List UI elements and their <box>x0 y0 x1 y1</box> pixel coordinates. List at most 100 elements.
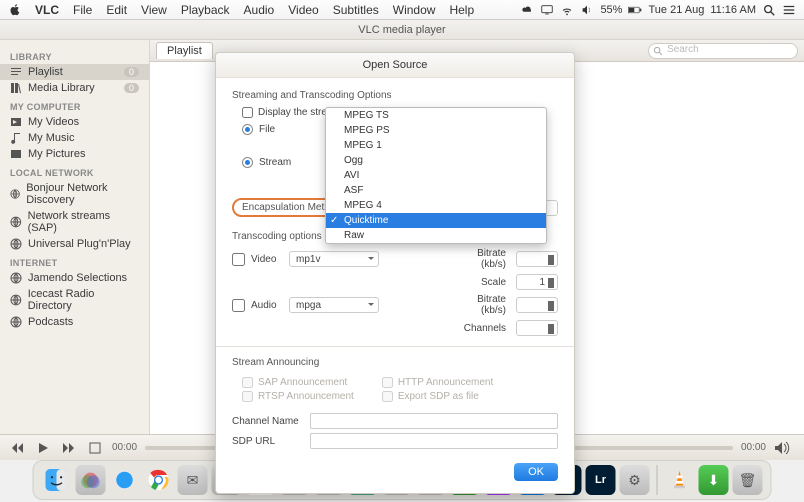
wifi-icon[interactable] <box>560 3 574 17</box>
dropdown-option[interactable]: MPEG PS <box>326 123 546 138</box>
audio-codec-select[interactable]: mpga <box>289 297 379 313</box>
menu-audio[interactable]: Audio <box>237 3 282 17</box>
sidebar-item[interactable]: Icecast Radio Directory <box>0 286 149 314</box>
menubar-date[interactable]: Tue 21 Aug <box>648 4 704 16</box>
video-checkbox[interactable] <box>232 253 245 266</box>
dock-finder[interactable] <box>42 465 72 495</box>
fullscreen-button[interactable] <box>86 439 104 457</box>
sdp-checkbox: Export SDP as file <box>382 391 493 402</box>
app-name[interactable]: VLC <box>28 3 66 17</box>
menu-view[interactable]: View <box>134 3 174 17</box>
battery-percent: 55% <box>600 4 622 16</box>
dock-vlc[interactable] <box>665 465 695 495</box>
sidebar-section: INTERNET <box>0 252 149 270</box>
play-button[interactable] <box>34 439 52 457</box>
menu-edit[interactable]: Edit <box>99 3 134 17</box>
rtsp-checkbox: RTSP Announcement <box>242 391 354 402</box>
window-titlebar: VLC media player <box>0 20 804 40</box>
sidebar-item[interactable]: My Pictures <box>0 146 149 162</box>
encapsulation-dropdown[interactable]: MPEG TSMPEG PSMPEG 1OggAVIASFMPEG 4Quick… <box>325 107 547 244</box>
spotlight-icon[interactable] <box>762 3 776 17</box>
battery-icon[interactable] <box>628 3 642 17</box>
menu-window[interactable]: Window <box>386 3 443 17</box>
dropdown-option[interactable]: AVI <box>326 168 546 183</box>
volume-icon[interactable] <box>580 3 594 17</box>
scale-stepper[interactable]: 1 <box>516 274 558 290</box>
dock-downloads[interactable]: ⬇ <box>699 465 729 495</box>
badge: 0 <box>124 83 139 93</box>
audio-bitrate-stepper[interactable] <box>516 297 558 313</box>
volume-control[interactable] <box>774 441 796 455</box>
sidebar-item[interactable]: Playlist0 <box>0 64 149 80</box>
dock-mail[interactable]: ✉ <box>178 465 208 495</box>
video-label: Video <box>251 254 283 265</box>
library-icon <box>10 82 22 94</box>
menu-icon[interactable] <box>782 3 796 17</box>
search-icon <box>653 46 664 57</box>
sidebar-item[interactable]: Universal Plug'n'Play <box>0 236 149 252</box>
dropdown-option[interactable]: MPEG 4 <box>326 198 546 213</box>
sidebar: LIBRARYPlaylist0Media Library0MY COMPUTE… <box>0 40 150 460</box>
badge: 0 <box>124 67 139 77</box>
menu-help[interactable]: Help <box>442 3 481 17</box>
dropdown-option[interactable]: Quicktime <box>326 213 546 228</box>
channel-name-label: Channel Name <box>232 416 302 427</box>
http-checkbox: HTTP Announcement <box>382 377 493 388</box>
music-icon <box>10 132 22 144</box>
globe-icon <box>10 216 22 228</box>
dock-lightroom[interactable]: Lr <box>586 465 616 495</box>
sidebar-section: MY COMPUTER <box>0 96 149 114</box>
channels-label: Channels <box>452 323 510 334</box>
channels-stepper[interactable] <box>516 320 558 336</box>
dropdown-option[interactable]: ASF <box>326 183 546 198</box>
announce-section-label: Stream Announcing <box>232 357 558 368</box>
globe-icon <box>10 294 22 306</box>
sidebar-item[interactable]: My Music <box>0 130 149 146</box>
apple-icon[interactable] <box>8 3 22 17</box>
tab-playlist[interactable]: Playlist <box>156 42 213 59</box>
dialog-title: Open Source <box>216 53 574 78</box>
menu-file[interactable]: File <box>66 3 99 17</box>
globe-icon <box>10 316 22 328</box>
globe-icon <box>10 188 20 200</box>
video-codec-select[interactable]: mp1v <box>289 251 379 267</box>
channel-name-input[interactable] <box>310 413 558 429</box>
search-input[interactable]: Search <box>648 43 798 59</box>
time-remaining: 00:00 <box>741 442 766 453</box>
menu-playback[interactable]: Playback <box>174 3 237 17</box>
globe-icon <box>10 238 22 250</box>
dock-launchpad[interactable] <box>76 465 106 495</box>
dropdown-option[interactable]: MPEG TS <box>326 108 546 123</box>
audio-label: Audio <box>251 300 283 311</box>
sidebar-item[interactable]: Jamendo Selections <box>0 270 149 286</box>
dropdown-option[interactable]: Raw <box>326 228 546 243</box>
prev-button[interactable] <box>8 439 26 457</box>
sidebar-item[interactable]: My Videos <box>0 114 149 130</box>
video-bitrate-stepper[interactable] <box>516 251 558 267</box>
sdp-url-input[interactable] <box>310 433 558 449</box>
audio-checkbox[interactable] <box>232 299 245 312</box>
display-icon[interactable] <box>540 3 554 17</box>
dock-safari[interactable] <box>110 465 140 495</box>
dropdown-option[interactable]: Ogg <box>326 153 546 168</box>
window-title: VLC media player <box>358 24 445 36</box>
menu-video[interactable]: Video <box>281 3 325 17</box>
ok-button[interactable]: OK <box>514 463 558 481</box>
sdp-url-label: SDP URL <box>232 436 302 447</box>
sidebar-item[interactable]: Bonjour Network Discovery <box>0 180 149 208</box>
sidebar-item[interactable]: Media Library0 <box>0 80 149 96</box>
sidebar-item[interactable]: Network streams (SAP) <box>0 208 149 236</box>
dock-trash[interactable]: 🗑 <box>733 465 763 495</box>
menu-subtitles[interactable]: Subtitles <box>326 3 386 17</box>
next-button[interactable] <box>60 439 78 457</box>
scale-label: Scale <box>452 277 510 288</box>
sidebar-item[interactable]: Podcasts <box>0 314 149 330</box>
menubar-time[interactable]: 11:16 AM <box>710 4 756 16</box>
dock-preferences[interactable]: ⚙ <box>620 465 650 495</box>
cloud-icon[interactable] <box>520 3 534 17</box>
dock-chrome[interactable] <box>144 465 174 495</box>
playlist-icon <box>10 66 22 78</box>
search-placeholder: Search <box>667 44 699 55</box>
dropdown-option[interactable]: MPEG 1 <box>326 138 546 153</box>
video-icon <box>10 116 22 128</box>
